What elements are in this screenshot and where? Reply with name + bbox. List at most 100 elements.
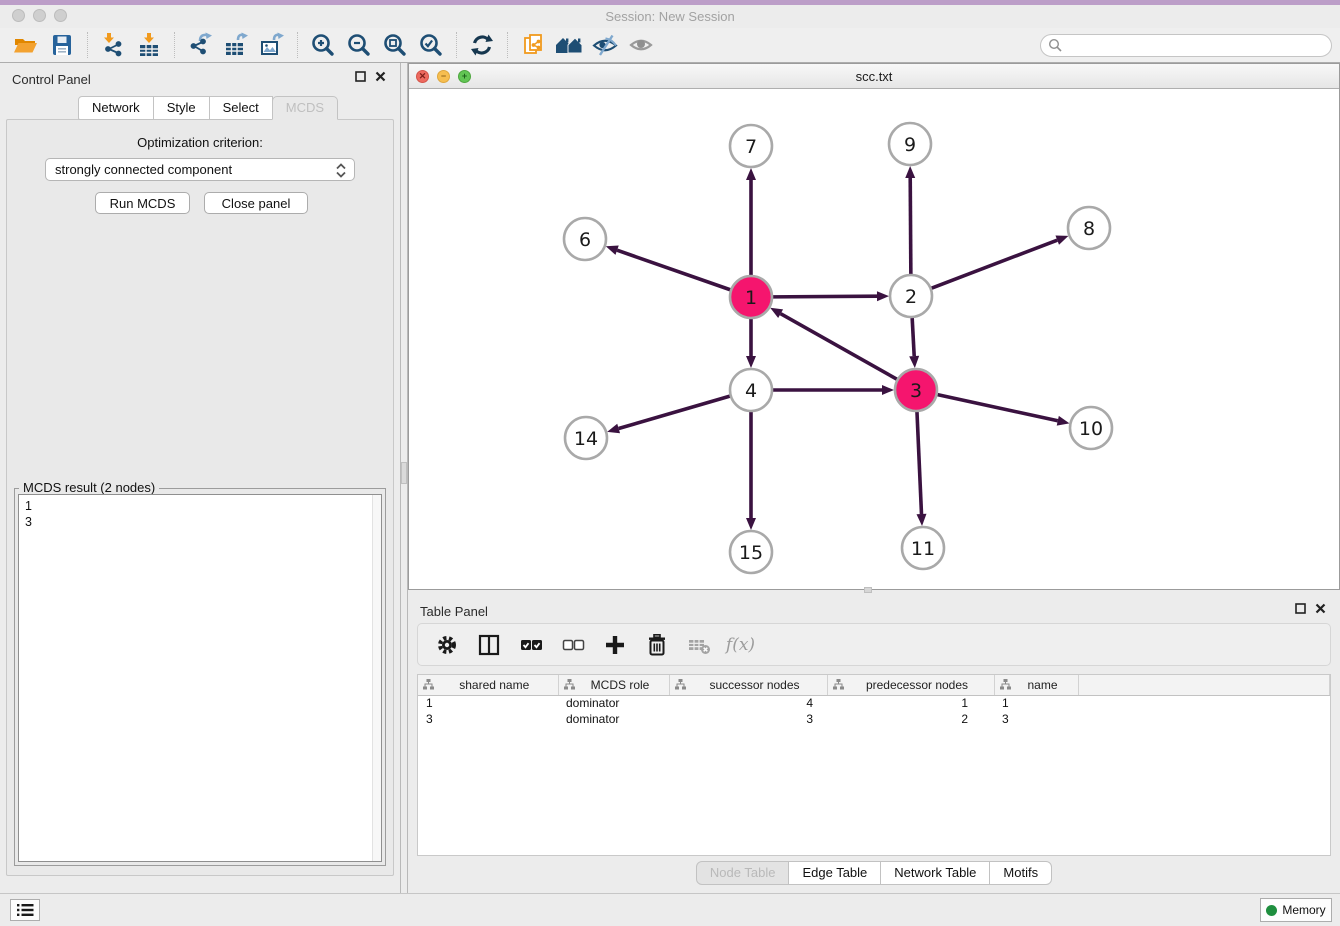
search-input[interactable] — [1040, 34, 1332, 57]
graph-node-14[interactable]: 14 — [565, 417, 607, 459]
float-panel-icon[interactable] — [355, 71, 366, 82]
network-close-icon[interactable]: ✕ — [416, 70, 429, 83]
table-settings-button[interactable] — [428, 629, 465, 661]
select-all-button[interactable] — [512, 629, 549, 661]
criterion-select[interactable]: strongly connected component — [45, 158, 355, 181]
network-minimize-icon[interactable]: − — [437, 70, 450, 83]
duplicate-network-button[interactable] — [515, 30, 551, 60]
graph-edge-2-8[interactable] — [932, 240, 1058, 288]
update-view-button[interactable] — [464, 30, 500, 60]
import-network-button[interactable] — [95, 30, 131, 60]
graph-node-2[interactable]: 2 — [890, 275, 932, 317]
column-header-MCDS-role[interactable]: MCDS role — [558, 675, 669, 695]
export-table-button[interactable] — [218, 30, 254, 60]
table-tab-motifs[interactable]: Motifs — [989, 861, 1052, 885]
run-mcds-button[interactable]: Run MCDS — [95, 192, 190, 214]
column-header-label: MCDS role — [576, 678, 665, 692]
delete-row-button[interactable] — [638, 629, 675, 661]
column-header-successor-nodes[interactable]: successor nodes — [669, 675, 827, 695]
maximize-window-icon[interactable] — [54, 9, 67, 22]
zoom-out-icon — [346, 32, 372, 58]
graph-edge-2-3[interactable] — [912, 318, 914, 356]
table-tab-edge-table[interactable]: Edge Table — [788, 861, 881, 885]
network-canvas[interactable]: 7 9 6 8 1 2 4 3 14 10 15 11 — [409, 89, 1339, 589]
panel-splitter[interactable] — [400, 63, 408, 893]
graph-edge-3-1[interactable] — [781, 314, 897, 380]
table-panel-title: Table Panel — [420, 604, 488, 619]
graph-node-15[interactable]: 15 — [730, 531, 772, 573]
column-header-label: name — [1012, 678, 1074, 692]
zoom-in-button[interactable] — [305, 30, 341, 60]
criterion-select-value: strongly connected component — [55, 162, 232, 177]
graph-node-9[interactable]: 9 — [889, 123, 931, 165]
graph-node-1[interactable]: 1 — [730, 276, 772, 318]
graph-edge-1-6[interactable] — [617, 250, 730, 290]
close-panel-button[interactable]: Close panel — [204, 192, 308, 214]
add-row-button[interactable] — [596, 629, 633, 661]
task-history-button[interactable] — [10, 899, 40, 921]
export-image-button[interactable] — [254, 30, 290, 60]
search-field — [1040, 34, 1332, 57]
zoom-fit-button[interactable] — [377, 30, 413, 60]
close-panel-icon[interactable] — [375, 71, 386, 82]
memory-label: Memory — [1282, 903, 1325, 917]
import-table-icon — [136, 32, 162, 58]
zoom-out-button[interactable] — [341, 30, 377, 60]
float-table-panel-icon[interactable] — [1295, 603, 1306, 614]
column-header-name[interactable]: name — [994, 675, 1078, 695]
network-window-titlebar[interactable]: ✕ − + scc.txt — [409, 64, 1339, 89]
delete-table-button[interactable] — [680, 629, 717, 661]
save-session-button[interactable] — [44, 30, 80, 60]
graph-node-3[interactable]: 3 — [895, 369, 937, 411]
deselect-all-button[interactable] — [554, 629, 591, 661]
control-tab-select[interactable]: Select — [209, 96, 273, 120]
network-resize-grip[interactable] — [864, 587, 872, 593]
column-header-predecessor-nodes[interactable]: predecessor nodes — [827, 675, 994, 695]
close-window-icon[interactable] — [12, 9, 25, 22]
show-columns-button[interactable] — [470, 629, 507, 661]
graph-edge-4-14[interactable] — [619, 396, 730, 428]
graph-node-6[interactable]: 6 — [564, 218, 606, 260]
table-row[interactable]: 3dominator323 — [418, 711, 1330, 727]
graph-node-8[interactable]: 8 — [1068, 207, 1110, 249]
zoom-selected-button[interactable] — [413, 30, 449, 60]
graph-node-7[interactable]: 7 — [730, 125, 772, 167]
network-maximize-icon[interactable]: + — [458, 70, 471, 83]
control-tab-style[interactable]: Style — [153, 96, 210, 120]
close-table-panel-icon[interactable] — [1315, 603, 1326, 614]
import-table-button[interactable] — [131, 30, 167, 60]
node-table-container: shared name MCDS role successor nodesprede… — [417, 674, 1331, 856]
graph-edge-3-11[interactable] — [917, 412, 922, 514]
graph-node-4[interactable]: 4 — [730, 369, 772, 411]
table-tab-node-table[interactable]: Node Table — [696, 861, 790, 885]
graph-edge-2-9[interactable] — [910, 178, 911, 274]
trash-icon — [644, 632, 670, 658]
graph-edge-3-10[interactable] — [937, 395, 1057, 421]
table-cell: 3 — [418, 711, 558, 727]
result-scrollbar[interactable] — [372, 495, 381, 861]
export-network-icon — [187, 32, 213, 58]
open-session-button[interactable] — [8, 30, 44, 60]
import-network-icon — [100, 32, 126, 58]
column-header-label: shared name — [435, 678, 554, 692]
function-builder-icon: f(x) — [726, 635, 755, 655]
first-neighbors-button[interactable] — [551, 30, 587, 60]
control-tab-mcds[interactable]: MCDS — [272, 96, 338, 120]
export-network-button[interactable] — [182, 30, 218, 60]
control-tab-network[interactable]: Network — [78, 96, 154, 120]
duplicate-network-icon — [520, 32, 546, 58]
graph-edge-1-2[interactable] — [773, 296, 877, 297]
show-all-button[interactable] — [623, 30, 659, 60]
memory-button[interactable]: Memory — [1260, 898, 1332, 922]
function-builder-button[interactable]: f(x) — [722, 629, 759, 661]
minimize-window-icon[interactable] — [33, 9, 46, 22]
mcds-result-box[interactable]: 1 3 — [18, 494, 382, 862]
table-tab-network-table[interactable]: Network Table — [880, 861, 990, 885]
graph-node-10[interactable]: 10 — [1070, 407, 1112, 449]
graph-node-11[interactable]: 11 — [902, 527, 944, 569]
splitter-grip[interactable] — [401, 462, 407, 484]
zoom-selected-icon — [418, 32, 444, 58]
hide-selected-button[interactable] — [587, 30, 623, 60]
column-header-shared-name[interactable]: shared name — [418, 675, 558, 695]
table-row[interactable]: 1dominator411 — [418, 695, 1330, 711]
